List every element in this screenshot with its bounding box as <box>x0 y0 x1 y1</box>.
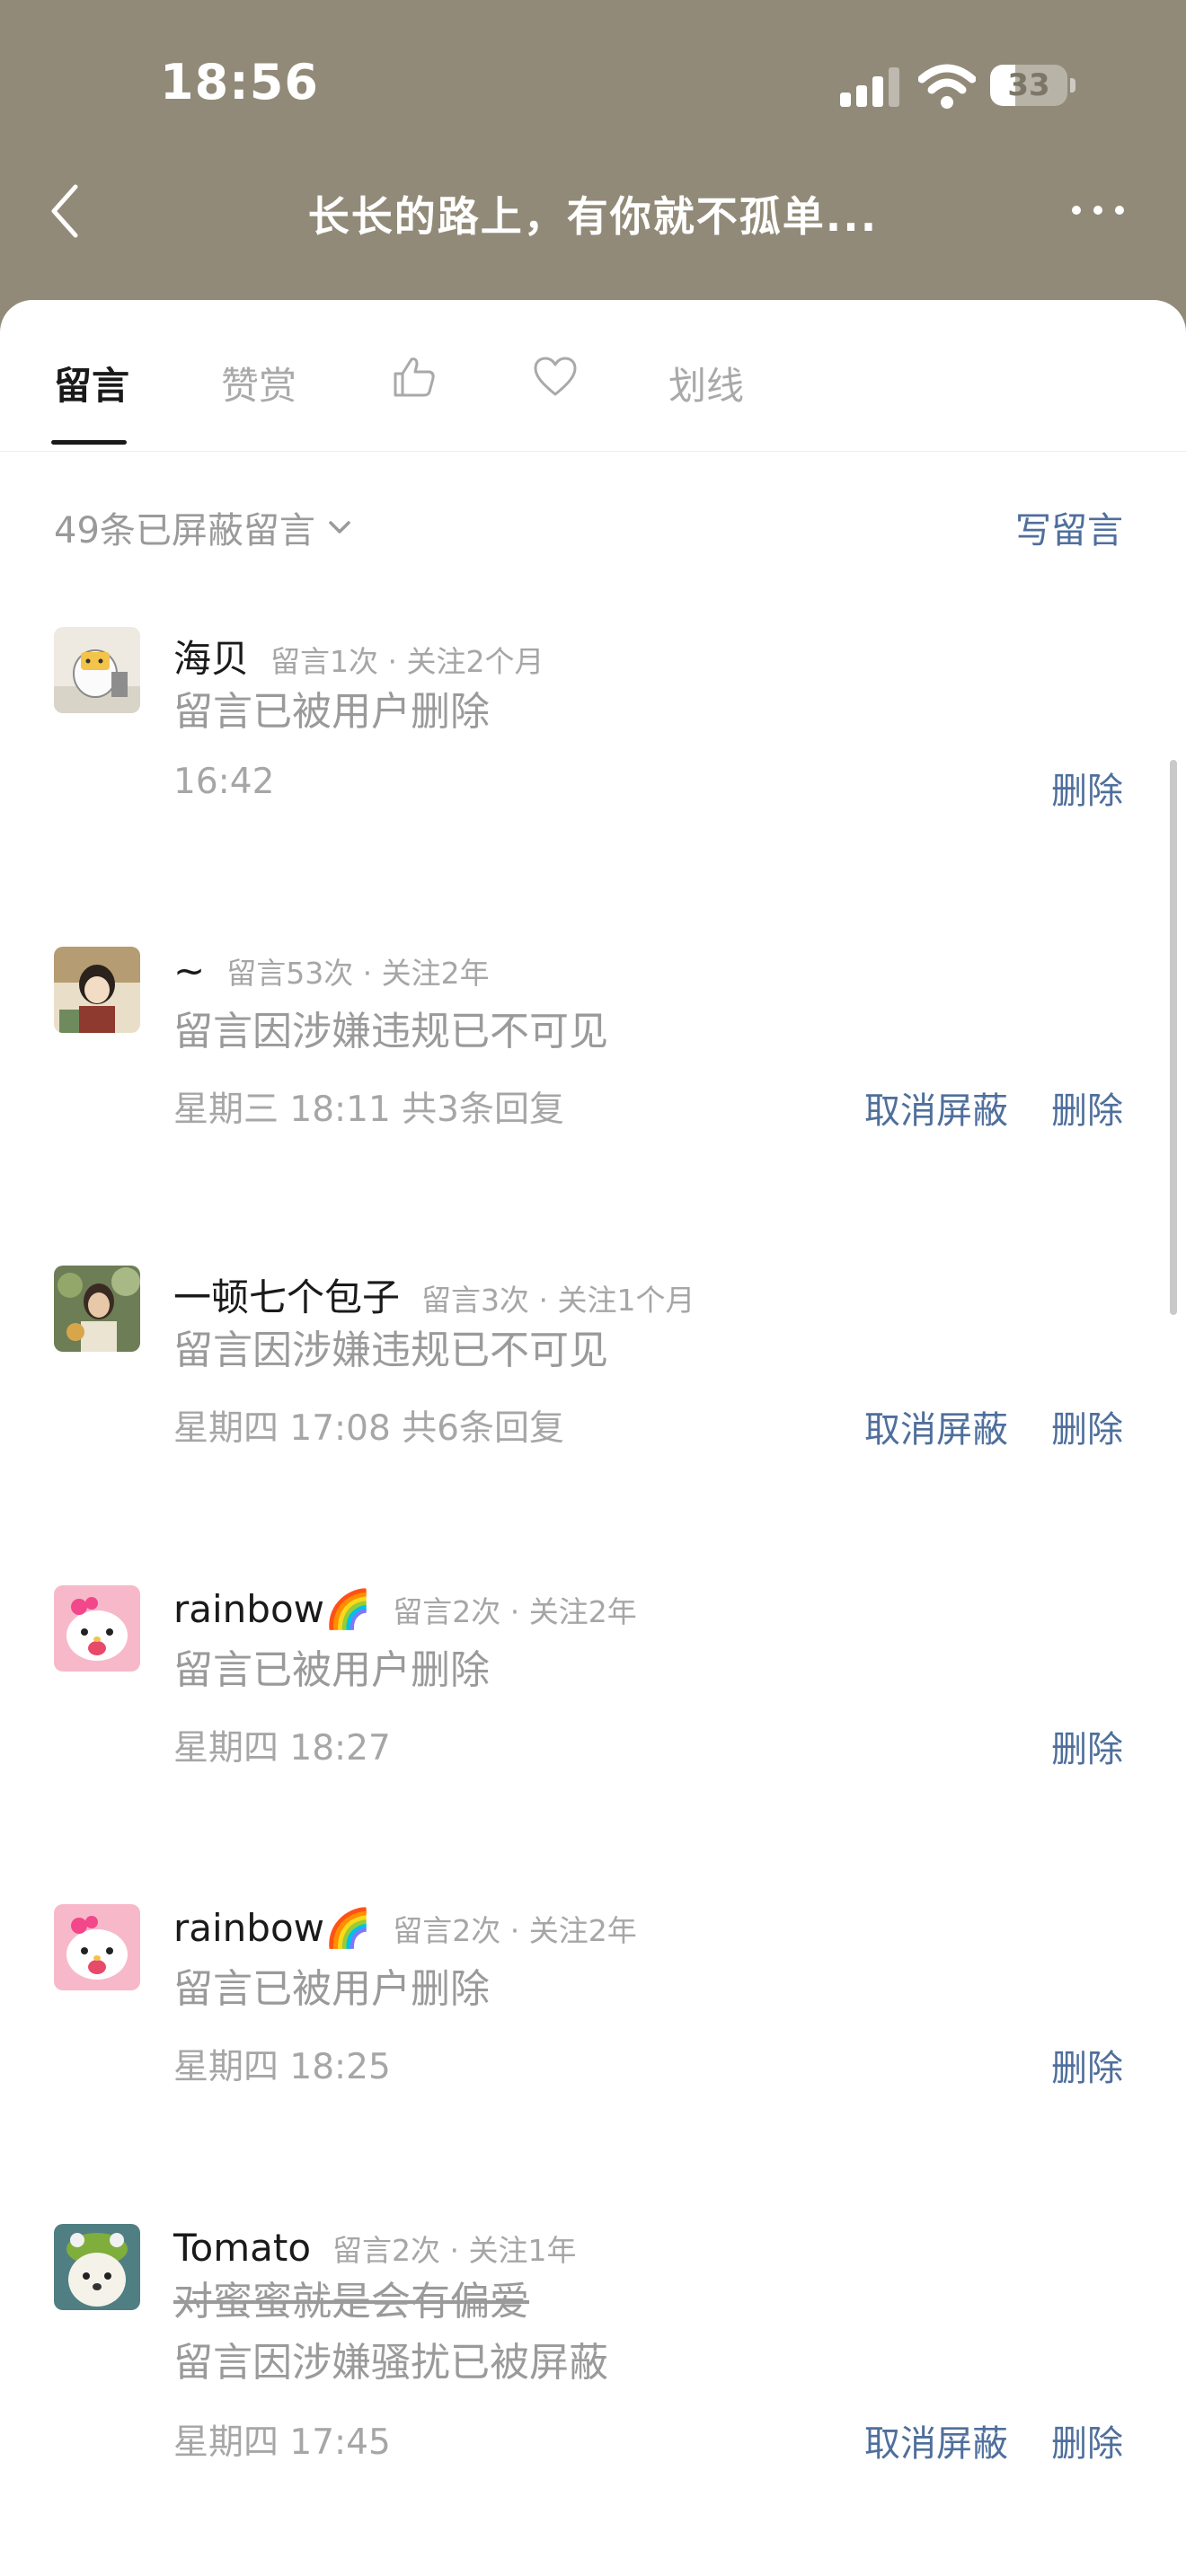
user-stats: 留言3次 · 关注1个月 <box>421 1283 695 1318</box>
comment-text: 留言已被用户删除 <box>173 1647 490 1693</box>
user-name[interactable]: ~ <box>173 948 205 992</box>
comment-text: 留言已被用户删除 <box>173 1966 490 2012</box>
avatar[interactable] <box>54 627 140 713</box>
struck-comment-text: 对蜜蜜就是会有偏爱 <box>173 2279 529 2325</box>
tab-comments[interactable]: 留言 <box>54 356 129 410</box>
user-name[interactable]: 海贝 <box>173 637 249 681</box>
unblock-button[interactable]: 取消屏蔽 <box>864 1081 1008 1134</box>
comment-time: 星期四 17:45 <box>173 2422 391 2463</box>
delete-button[interactable]: 删除 <box>1051 762 1123 814</box>
comment-time: 星期四 18:25 <box>173 2047 391 2087</box>
comment-time: 16:42 <box>173 762 275 802</box>
delete-button[interactable]: 删除 <box>1051 1400 1123 1452</box>
comment-time: 星期三 18:11 共3条回复 <box>173 1090 564 1130</box>
back-chevron-icon[interactable] <box>47 180 83 243</box>
comment-time: 星期四 18:27 <box>173 1728 391 1769</box>
comment-header: 一顿七个包子 留言3次 · 关注1个月 <box>173 1267 695 1322</box>
user-stats: 留言2次 · 关注1年 <box>332 2233 577 2268</box>
avatar[interactable] <box>54 2224 140 2310</box>
comment-header: Tomato 留言2次 · 关注1年 <box>173 2226 577 2270</box>
user-stats: 留言2次 · 关注2年 <box>393 1594 637 1629</box>
user-stats: 留言2次 · 关注2年 <box>393 1913 637 1948</box>
comment-text: 留言因涉嫌违规已不可见 <box>173 1328 608 1373</box>
blocked-comments-label: 49条已屏蔽留言 <box>54 510 315 551</box>
battery-level: 33 <box>1007 67 1050 103</box>
tab-rewards[interactable]: 赞赏 <box>221 356 296 410</box>
more-options-icon[interactable] <box>1069 199 1127 221</box>
comment-text: 留言因涉嫌骚扰已被屏蔽 <box>173 2340 608 2386</box>
comment-text: 留言已被用户删除 <box>173 689 490 735</box>
avatar[interactable] <box>54 1585 140 1672</box>
thumbs-up-icon[interactable] <box>392 354 438 401</box>
active-tab-indicator <box>51 440 127 445</box>
avatar[interactable] <box>54 1266 140 1352</box>
comments-sheet: 留言 赞赏 划线 49条已屏蔽留言 写留言 海贝 留言1次 · 关注2个月 留言… <box>0 300 1186 2576</box>
comment-header: 海贝 留言1次 · 关注2个月 <box>173 629 544 684</box>
scrollbar[interactable] <box>1170 760 1177 1315</box>
user-stats: 留言1次 · 关注2个月 <box>270 644 544 679</box>
user-name[interactable]: Tomato <box>173 2226 311 2270</box>
chevron-down-icon <box>329 521 350 534</box>
status-time: 18:56 <box>160 54 319 110</box>
comment-header: ~ 留言53次 · 关注2年 <box>173 948 490 992</box>
comment-time: 星期四 17:08 共6条回复 <box>173 1408 564 1449</box>
comment-header: rainbow🌈 留言2次 · 关注2年 <box>173 1906 637 1951</box>
unblock-button[interactable]: 取消屏蔽 <box>864 1400 1008 1452</box>
battery-icon: 33 <box>990 65 1076 106</box>
comment-header: rainbow🌈 留言2次 · 关注2年 <box>173 1587 637 1632</box>
cellular-signal-icon <box>840 67 899 107</box>
blocked-comments-toggle[interactable]: 49条已屏蔽留言 <box>54 501 355 553</box>
article-title: 长长的路上，有你就不孤单... <box>307 192 879 241</box>
delete-button[interactable]: 删除 <box>1051 2039 1123 2091</box>
user-name[interactable]: rainbow🌈 <box>173 1906 371 1950</box>
avatar[interactable] <box>54 1904 140 1990</box>
user-name[interactable]: 一顿七个包子 <box>173 1275 400 1319</box>
tab-highlights[interactable]: 划线 <box>668 356 744 410</box>
unblock-button[interactable]: 取消屏蔽 <box>864 2414 1008 2466</box>
delete-button[interactable]: 删除 <box>1051 2414 1123 2466</box>
write-comment-button[interactable]: 写留言 <box>1015 501 1123 553</box>
delete-button[interactable]: 删除 <box>1051 1081 1123 1134</box>
status-bar: 18:56 33 <box>0 0 1186 162</box>
delete-button[interactable]: 删除 <box>1051 1720 1123 1772</box>
comment-text: 留言因涉嫌违规已不可见 <box>173 1009 608 1054</box>
avatar[interactable] <box>54 947 140 1033</box>
user-stats: 留言53次 · 关注2年 <box>226 956 490 991</box>
wifi-icon <box>918 64 976 109</box>
tab-bar: 留言 赞赏 划线 <box>0 300 1186 452</box>
user-name[interactable]: rainbow🌈 <box>173 1587 371 1631</box>
heart-icon[interactable] <box>532 354 579 401</box>
